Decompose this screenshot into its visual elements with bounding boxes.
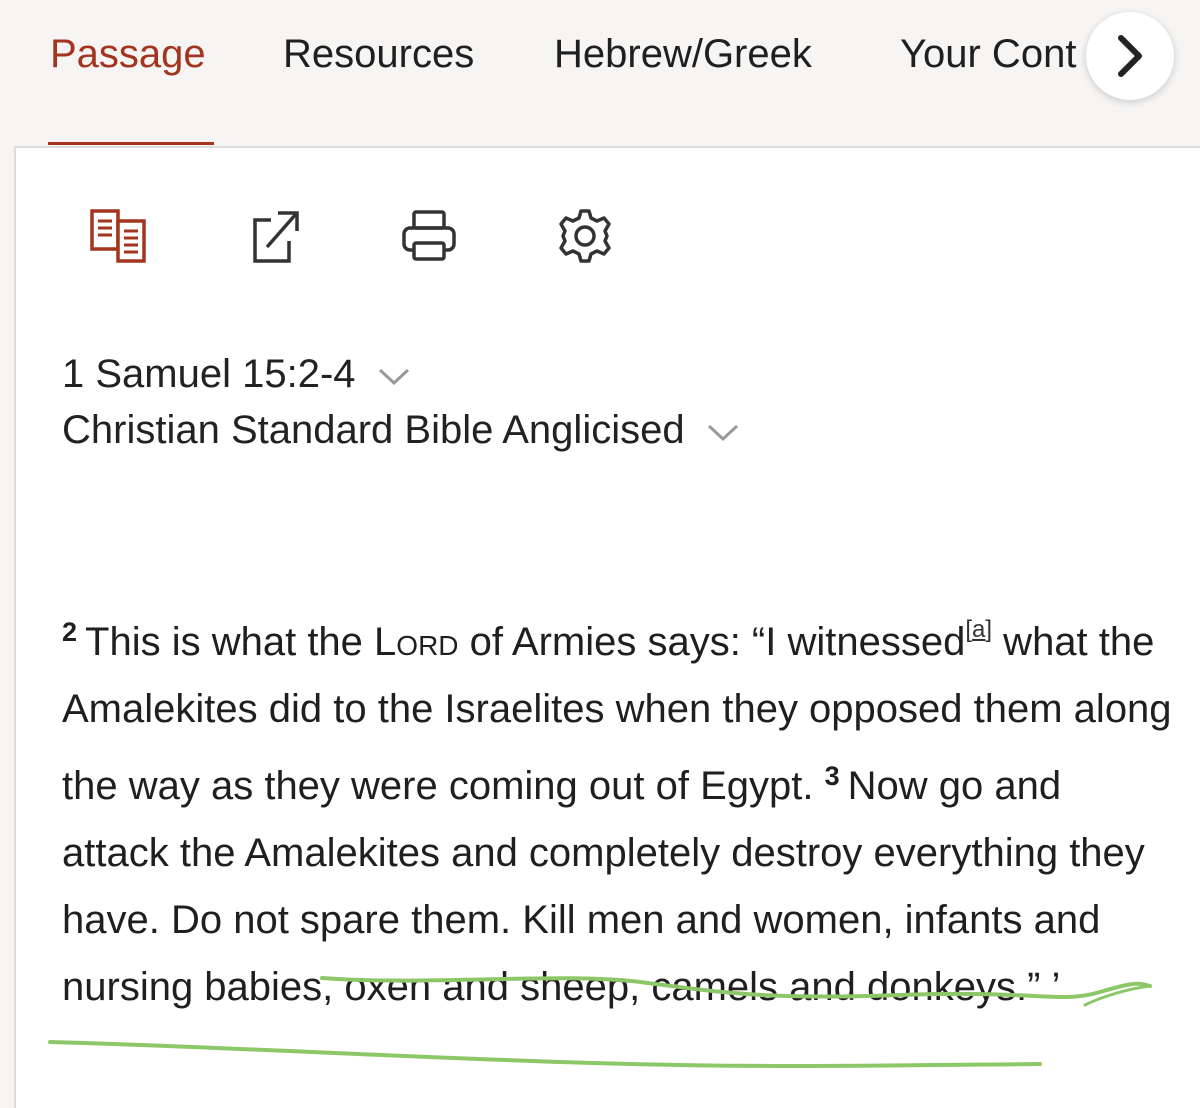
tabs-next-button[interactable] <box>1086 12 1174 100</box>
share-button[interactable] <box>244 206 304 266</box>
print-icon <box>402 210 456 261</box>
settings-button[interactable] <box>555 206 615 266</box>
bible-version: Christian Standard Bible Anglicised <box>62 408 685 452</box>
print-button[interactable] <box>399 206 459 266</box>
chevron-down-icon <box>707 425 738 442</box>
verse-number: 3 <box>824 761 840 791</box>
verse-2-text-a: This is what the <box>85 620 375 664</box>
share-icon <box>253 211 299 263</box>
footnote-link[interactable]: [a] <box>965 616 992 643</box>
passage-reference: 1 Samuel 15:2-4 <box>62 352 356 396</box>
passage-reference-selector[interactable]: 1 Samuel 15:2-4 <box>62 350 411 398</box>
active-tab-indicator <box>48 142 214 145</box>
lord-small-caps: Lord <box>374 620 459 664</box>
settings-icon <box>559 209 611 263</box>
tab-bar: Passage Resources Hebrew/Greek Your Cont <box>0 0 1200 146</box>
parallel-view-button[interactable] <box>88 206 148 266</box>
tab-your-content[interactable]: Your Cont <box>900 30 1076 78</box>
bible-version-selector[interactable]: Christian Standard Bible Anglicised <box>62 406 740 454</box>
tab-passage[interactable]: Passage <box>50 30 206 78</box>
passage-text: 2 This is what the Lord of Armies says: “… <box>62 596 1172 1021</box>
verse-number: 2 <box>62 617 78 647</box>
chevron-right-icon <box>1118 35 1142 77</box>
parallel-view-icon <box>90 209 146 263</box>
tab-hebrew-greek[interactable]: Hebrew/Greek <box>554 30 812 78</box>
tab-your-content-clip: Your Cont <box>895 30 1090 80</box>
tab-resources[interactable]: Resources <box>283 30 474 78</box>
verse-2-text-b: of Armies says: “I witnessed <box>458 620 966 664</box>
chevron-down-icon <box>378 369 409 386</box>
